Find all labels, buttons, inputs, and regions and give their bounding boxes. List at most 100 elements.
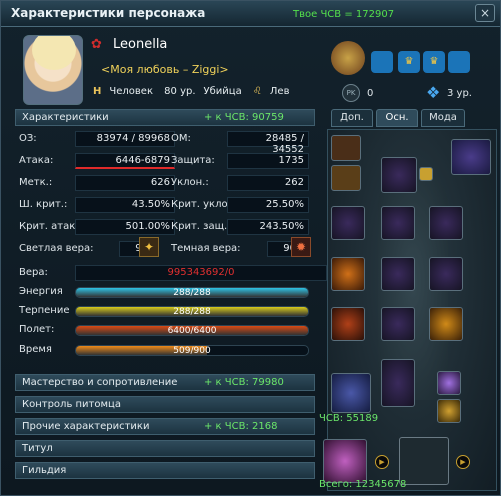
stat-accuracy-value: 626 bbox=[75, 175, 175, 191]
stat-defense-value: 1735 bbox=[227, 153, 309, 169]
trophy-icon[interactable]: ♛ bbox=[398, 51, 420, 73]
bar-label: Время bbox=[19, 344, 52, 355]
wings-icon: ❖ bbox=[426, 83, 441, 102]
stat-evasion-label: Уклон.: bbox=[171, 177, 209, 188]
stat-defense-label: Защита: bbox=[171, 155, 215, 166]
stat-hp-label: ОЗ: bbox=[19, 133, 37, 144]
slot-pet-empty[interactable] bbox=[399, 437, 449, 485]
progress-bar: 6400/6400 bbox=[75, 325, 309, 336]
section-cp: + к ЧСВ: 79980 bbox=[204, 377, 284, 388]
stat-crit-attack-value: 501.00% bbox=[75, 219, 175, 235]
stat-attack-value: 6446-6879 bbox=[75, 153, 175, 169]
cup-icon[interactable]: ♛ bbox=[423, 51, 445, 73]
tab-extra[interactable]: Доп. bbox=[331, 109, 373, 127]
progress-bar: 509/900 bbox=[75, 345, 309, 356]
pk-value: 0 bbox=[367, 88, 374, 99]
section-header[interactable]: Титул bbox=[15, 440, 315, 457]
class: Убийца bbox=[203, 86, 242, 97]
pk-icon: PK bbox=[342, 84, 360, 102]
stat-mp-label: ОМ: bbox=[171, 133, 191, 144]
slot-pet[interactable] bbox=[323, 439, 367, 483]
rose-icon: ✿ bbox=[91, 37, 102, 52]
slot-head-accessory[interactable] bbox=[331, 135, 361, 161]
stat-mp-value: 28485 / 34552 bbox=[227, 131, 309, 155]
light-faith-icon[interactable]: ✦ bbox=[139, 237, 159, 257]
character-name: Leonella bbox=[113, 37, 168, 52]
slot-book[interactable] bbox=[331, 373, 371, 413]
slot-ring-1[interactable] bbox=[437, 371, 461, 395]
progress-text: 6400/6400 bbox=[167, 326, 217, 336]
progress-text: 509/900 bbox=[173, 346, 211, 356]
race-icon: H bbox=[93, 86, 102, 97]
slot-wings[interactable] bbox=[451, 139, 491, 175]
equipment-cp: ЧСВ: 55189 bbox=[319, 413, 379, 424]
slot-mask[interactable] bbox=[331, 165, 361, 191]
rank-up-icon[interactable] bbox=[371, 51, 393, 73]
pet-arrow-icon[interactable]: ▶ bbox=[375, 455, 389, 469]
slot-helmet[interactable] bbox=[381, 157, 417, 193]
slot-ring-gold[interactable] bbox=[429, 307, 463, 341]
zodiac-icon: ♌ bbox=[252, 86, 262, 97]
rank-emblem-icon[interactable] bbox=[331, 41, 365, 75]
slot-pants[interactable] bbox=[381, 307, 415, 341]
total-score: Всего: 12345678 bbox=[319, 479, 407, 490]
progress-text: 288/288 bbox=[173, 307, 211, 317]
slot-shoulders[interactable] bbox=[381, 206, 415, 240]
section-label: Гильдия bbox=[22, 465, 67, 476]
character-info: H Человек 80 ур. Убийца ♌ Лев bbox=[93, 86, 297, 97]
slot-boots[interactable] bbox=[381, 359, 415, 407]
section-header[interactable]: Мастерство и сопротивление + к ЧСВ: 79980 bbox=[15, 374, 315, 391]
slot-ranged[interactable] bbox=[429, 257, 463, 291]
stat-hp-value: 83974 / 89968 bbox=[75, 131, 175, 147]
slot-weapon[interactable] bbox=[331, 257, 365, 291]
stat-crit-chance-label: Ш. крит.: bbox=[19, 199, 68, 210]
progress-bar: 288/288 bbox=[75, 306, 309, 317]
section-label: Титул bbox=[22, 443, 53, 454]
close-button[interactable]: × bbox=[475, 4, 495, 22]
title-bar[interactable]: Характеристики персонажа Твое ЧСВ = 1729… bbox=[1, 1, 500, 27]
stat-crit-defense-value: 243.50% bbox=[227, 219, 309, 235]
slot-armor[interactable] bbox=[381, 257, 415, 291]
stat-accuracy-label: Метк.: bbox=[19, 177, 53, 188]
tab-main[interactable]: Осн. bbox=[376, 109, 418, 127]
race: Человек bbox=[109, 86, 153, 97]
pet-next-arrow-icon[interactable]: ▶ bbox=[456, 455, 470, 469]
character-guild: <Моя любовь – Ziggi> bbox=[101, 63, 229, 76]
rank-level: 3 ур. bbox=[447, 88, 472, 99]
stat-evasion-value: 262 bbox=[227, 175, 309, 191]
zodiac: Лев bbox=[269, 86, 290, 97]
total-cp: Твое ЧСВ = 172907 bbox=[293, 9, 395, 20]
bar-label: Полет: bbox=[19, 324, 55, 335]
stat-light-faith-label: Светлая вера: bbox=[19, 243, 94, 254]
progress-bar: 288/288 bbox=[75, 287, 309, 298]
stat-crit-evasion-value: 25.50% bbox=[227, 197, 309, 213]
section-cp: + к ЧСВ: 2168 bbox=[204, 421, 278, 432]
slot-gloves[interactable] bbox=[429, 206, 463, 240]
slot-badge[interactable] bbox=[419, 167, 433, 181]
stat-faith-value: 995343692/0 bbox=[75, 265, 327, 281]
progress-text: 288/288 bbox=[173, 288, 211, 298]
section-header[interactable]: Контроль питомца bbox=[15, 396, 315, 413]
section-header[interactable]: Гильдия bbox=[15, 462, 315, 479]
stat-crit-chance-value: 43.50% bbox=[75, 197, 175, 213]
stat-dark-faith-label: Темная вера: bbox=[171, 243, 241, 254]
section-label: Контроль питомца bbox=[22, 399, 121, 410]
window-title: Характеристики персонажа bbox=[11, 6, 206, 20]
stat-crit-defense-label: Крит. защ.: bbox=[171, 221, 231, 232]
tab-fashion[interactable]: Мода bbox=[421, 109, 465, 127]
dark-faith-icon[interactable]: ✹ bbox=[291, 237, 311, 257]
slot-belt[interactable] bbox=[331, 307, 365, 341]
stat-attack-label: Атака: bbox=[19, 155, 54, 166]
section-characteristics[interactable]: Характеристики + к ЧСВ: 90759 bbox=[15, 109, 315, 126]
slot-ring-2[interactable] bbox=[437, 399, 461, 423]
section-header[interactable]: Прочие характеристики + к ЧСВ: 2168 bbox=[15, 418, 315, 435]
slot-necklace[interactable] bbox=[331, 206, 365, 240]
avatar bbox=[23, 35, 83, 105]
bar-label: Энергия bbox=[19, 286, 63, 297]
bar-label: Терпение bbox=[19, 305, 70, 316]
character-window: Характеристики персонажа Твое ЧСВ = 1729… bbox=[0, 0, 501, 496]
stat-faith-label: Вера: bbox=[19, 267, 48, 278]
section-characteristics-cp: + к ЧСВ: 90759 bbox=[204, 112, 284, 123]
section-characteristics-label: Характеристики bbox=[22, 112, 109, 123]
speed-icon[interactable] bbox=[448, 51, 470, 73]
